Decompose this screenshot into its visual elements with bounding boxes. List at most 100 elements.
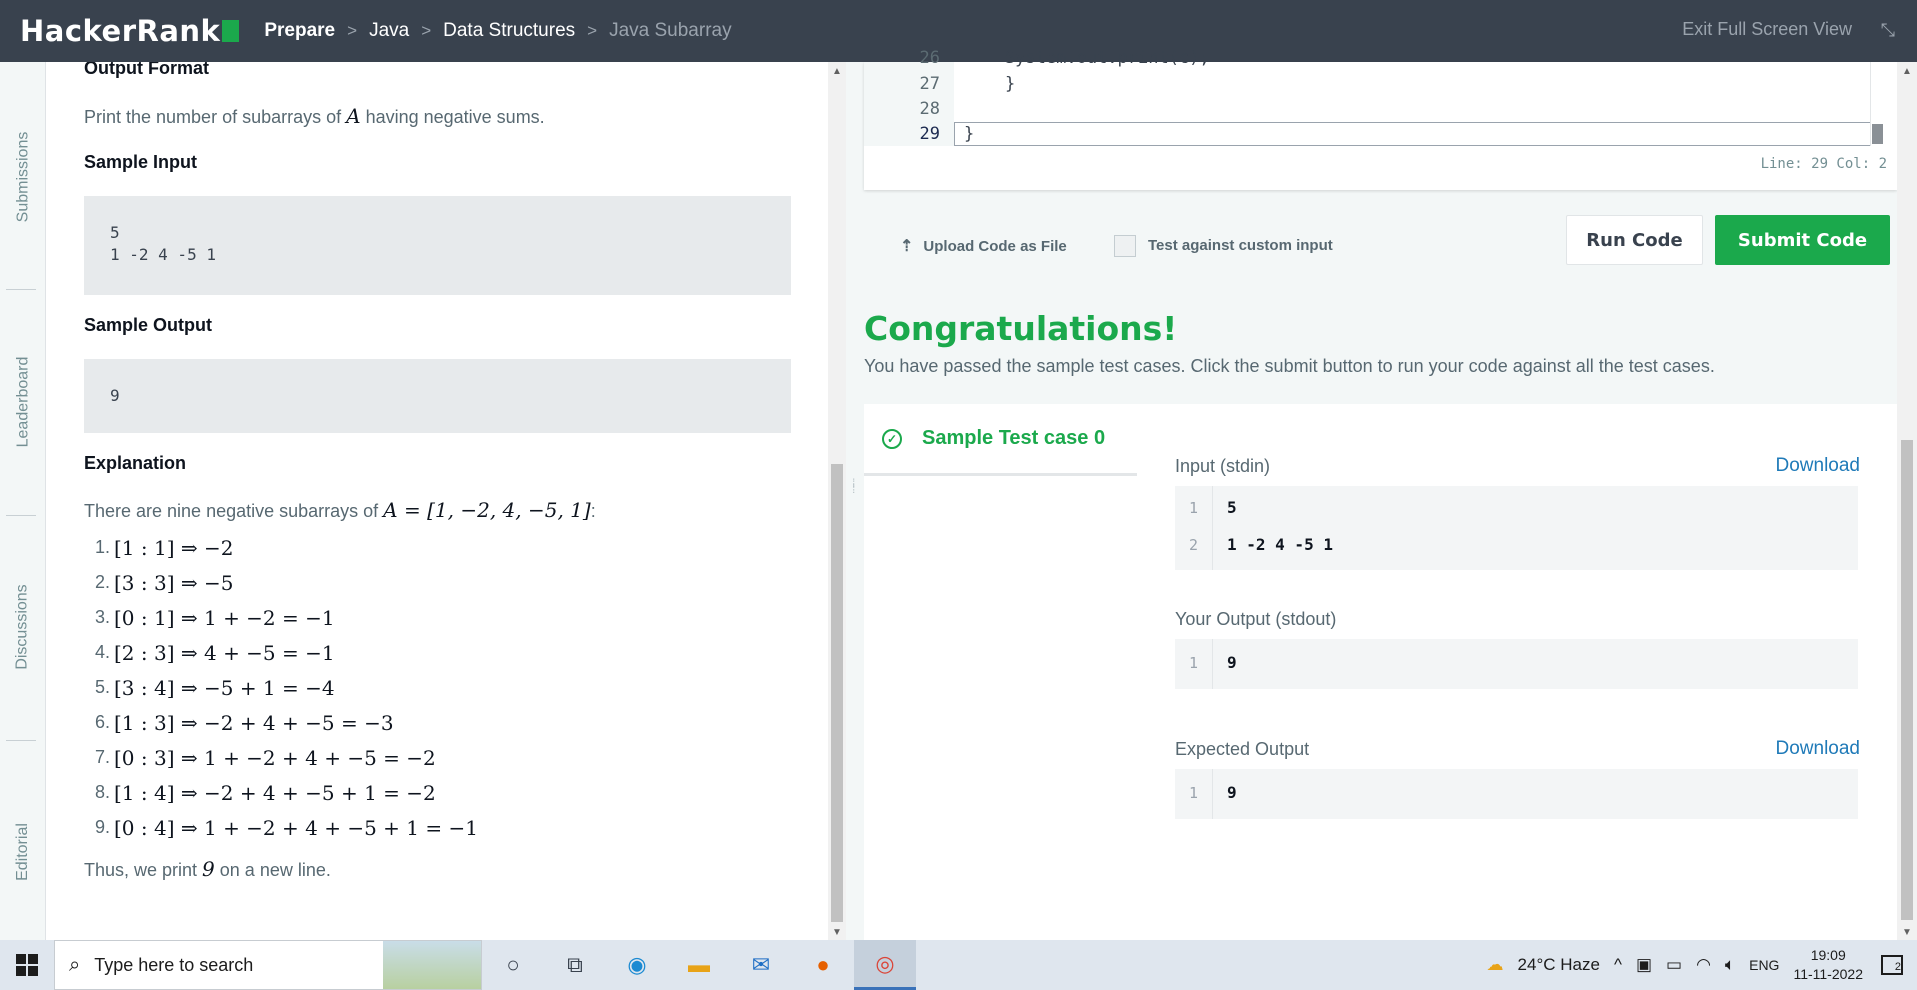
tab-editorial[interactable]: Editorial (0, 792, 46, 912)
battery-icon[interactable]: ▭ (1666, 955, 1682, 975)
logo-text: HackerRank (20, 14, 221, 48)
explanation-list: 1. [1 : 1] ⇒ −2 2. [3 : 3] ⇒ −5 3. [0 : 1] … (84, 530, 478, 845)
line-number: 26 (919, 48, 940, 68)
editor-scrollbar[interactable] (1870, 62, 1884, 146)
split-gutter[interactable] (846, 62, 864, 940)
expected-title: Expected Output (1175, 739, 1310, 759)
taskbar-search[interactable]: ⌕ Type here to search (54, 940, 482, 990)
scroll-up-icon[interactable]: ▲ (832, 66, 842, 77)
start-button[interactable] (0, 940, 54, 990)
chevron-up-icon[interactable]: ^ (1614, 955, 1622, 975)
breadcrumb-java[interactable]: Java (369, 20, 409, 42)
expected-line: 9 (1227, 783, 1237, 802)
math-expr: [0 : 4] ⇒ 1 + −2 + 4 + −5 + 1 = −1 (114, 815, 478, 840)
upload-label: Upload Code as File (923, 237, 1067, 255)
math-expr: [0 : 1] ⇒ 1 + −2 = −1 (114, 605, 335, 630)
breadcrumb-prepare[interactable]: Prepare (264, 20, 335, 42)
scrollbar-thumb[interactable] (1872, 124, 1883, 144)
scrollbar-thumb[interactable] (1901, 440, 1913, 920)
hackerrank-logo[interactable]: HackerRank (20, 14, 240, 48)
code-line: System.out.print(c); (964, 48, 1210, 68)
time: 19:09 (1810, 947, 1846, 963)
vertical-tabs: Submissions Leaderboard Discussions Edit… (0, 62, 46, 940)
line-number: 1 (1189, 784, 1199, 802)
tab-label: Leaderboard (14, 356, 31, 448)
math-expr: [1 : 3] ⇒ −2 + 4 + −5 = −3 (114, 710, 394, 735)
scroll-down-icon[interactable]: ▼ (832, 927, 842, 938)
breadcrumb-data-structures[interactable]: Data Structures (443, 20, 575, 42)
top-navbar: HackerRank Prepare > Java > Data Structu… (0, 0, 1917, 62)
volume-icon[interactable]: 🔈︎ (1725, 955, 1735, 975)
clock[interactable]: 19:09 11-11-2022 (1793, 946, 1863, 984)
weather-text[interactable]: 24°C Haze (1518, 955, 1600, 975)
right-scrollbar[interactable]: ▲ ▼ (1897, 62, 1917, 940)
scroll-down-icon[interactable]: ▼ (1902, 927, 1912, 938)
math-expr: A = [1, −2, 4, −5, 1] (383, 498, 591, 522)
tab-leaderboard[interactable]: Leaderboard (0, 342, 46, 462)
meet-now-icon[interactable]: ▣ (1636, 955, 1652, 975)
tab-discussions[interactable]: Discussions (0, 567, 46, 687)
wifi-icon[interactable]: ◠ (1696, 955, 1711, 975)
tab-sample-test-case-0[interactable]: ✓ Sample Test case 0 (864, 404, 1137, 476)
firefox-icon[interactable]: ● (792, 940, 854, 990)
output-title: Your Output (stdout) (1175, 609, 1337, 629)
task-view-icon[interactable]: ⧉ (544, 940, 606, 990)
download-input-link[interactable]: Download (1776, 455, 1861, 477)
explanation-intro: There are nine negative subarrays of A =… (84, 498, 596, 522)
list-item: 6. [1 : 3] ⇒ −2 + 4 + −5 = −3 (94, 710, 394, 735)
custom-input-label[interactable]: Test against custom input (1148, 237, 1333, 254)
drag-handle-icon[interactable]: ⁞ ⁞ (852, 477, 855, 495)
problem-scrollbar[interactable]: ▲ ▼ (828, 62, 846, 940)
chevron-right-icon: > (347, 21, 358, 40)
logo-block-icon (222, 20, 240, 42)
list-item: 2. [3 : 3] ⇒ −5 (94, 570, 234, 595)
output-line: 9 (1227, 653, 1237, 672)
sample-output-box: 9 (84, 359, 791, 433)
system-tray: ☁ 24°C Haze ^ ▣ ▭ ◠ 🔈︎ ENG 19:09 11-11-2… (1487, 940, 1917, 990)
scrollbar-thumb[interactable] (831, 464, 843, 922)
list-item: 5. [3 : 4] ⇒ −5 + 1 = −4 (94, 675, 335, 700)
submit-code-button[interactable]: Submit Code (1715, 215, 1890, 265)
upload-code-button[interactable]: ⇡ Upload Code as File (900, 236, 1067, 256)
cortana-icon[interactable]: ○ (482, 940, 544, 990)
text-segment: There are nine negative subarrays of (84, 501, 384, 521)
input-line: 5 (1227, 498, 1237, 517)
collapse-icon[interactable]: ⤡ (1881, 20, 1895, 41)
run-code-button[interactable]: Run Code (1566, 215, 1703, 265)
sample-input-heading: Sample Input (84, 152, 198, 172)
search-highlight-image (383, 941, 481, 989)
download-expected-link[interactable]: Download (1776, 738, 1861, 760)
tab-submissions[interactable]: Submissions (0, 117, 46, 237)
edge-icon[interactable]: ◉ (606, 940, 668, 990)
list-item: 9. [0 : 4] ⇒ 1 + −2 + 4 + −5 + 1 = −1 (94, 815, 478, 840)
mail-icon[interactable]: ✉ (730, 940, 792, 990)
file-explorer-icon[interactable]: ▬ (668, 940, 730, 990)
divider (6, 515, 36, 516)
line-number: 1 (1189, 499, 1199, 517)
code-editor[interactable]: 26 27 28 29 System.out.print(c); } } Lin… (864, 48, 1897, 190)
output-format-heading: Output Format (84, 62, 209, 78)
list-item: 8. [1 : 4] ⇒ −2 + 4 + −5 + 1 = −2 (94, 780, 436, 805)
chrome-icon[interactable]: ◎ (854, 940, 916, 990)
search-placeholder: Type here to search (94, 954, 254, 975)
date: 11-11-2022 (1793, 966, 1863, 982)
math-expr: [3 : 3] ⇒ −5 (114, 570, 234, 595)
math-expr: [3 : 4] ⇒ −5 + 1 = −4 (114, 675, 335, 700)
sample-input-box: 5 1 -2 4 -5 1 (84, 196, 791, 295)
line-number: 27 (919, 74, 940, 94)
current-line-highlight (954, 122, 1884, 146)
exit-fullscreen-link[interactable]: Exit Full Screen View (1682, 19, 1852, 40)
input-box: 1 5 2 1 -2 4 -5 1 (1175, 486, 1858, 570)
sample-output-heading: Sample Output (84, 315, 213, 335)
tab-label: Submissions (14, 131, 32, 223)
notification-icon[interactable]: 2 (1881, 955, 1903, 975)
explanation-heading: Explanation (84, 453, 187, 473)
input-line: 1 -2 4 -5 1 (1227, 535, 1333, 554)
custom-input-checkbox[interactable] (1114, 235, 1136, 257)
list-item: 4. [2 : 3] ⇒ 4 + −5 = −1 (94, 640, 335, 665)
language-indicator[interactable]: ENG (1749, 957, 1779, 973)
weather-icon: ☁ (1486, 955, 1504, 974)
scroll-up-icon[interactable]: ▲ (1902, 66, 1912, 77)
breadcrumb: Prepare > Java > Data Structures > Java … (264, 20, 731, 42)
divider (6, 289, 36, 290)
